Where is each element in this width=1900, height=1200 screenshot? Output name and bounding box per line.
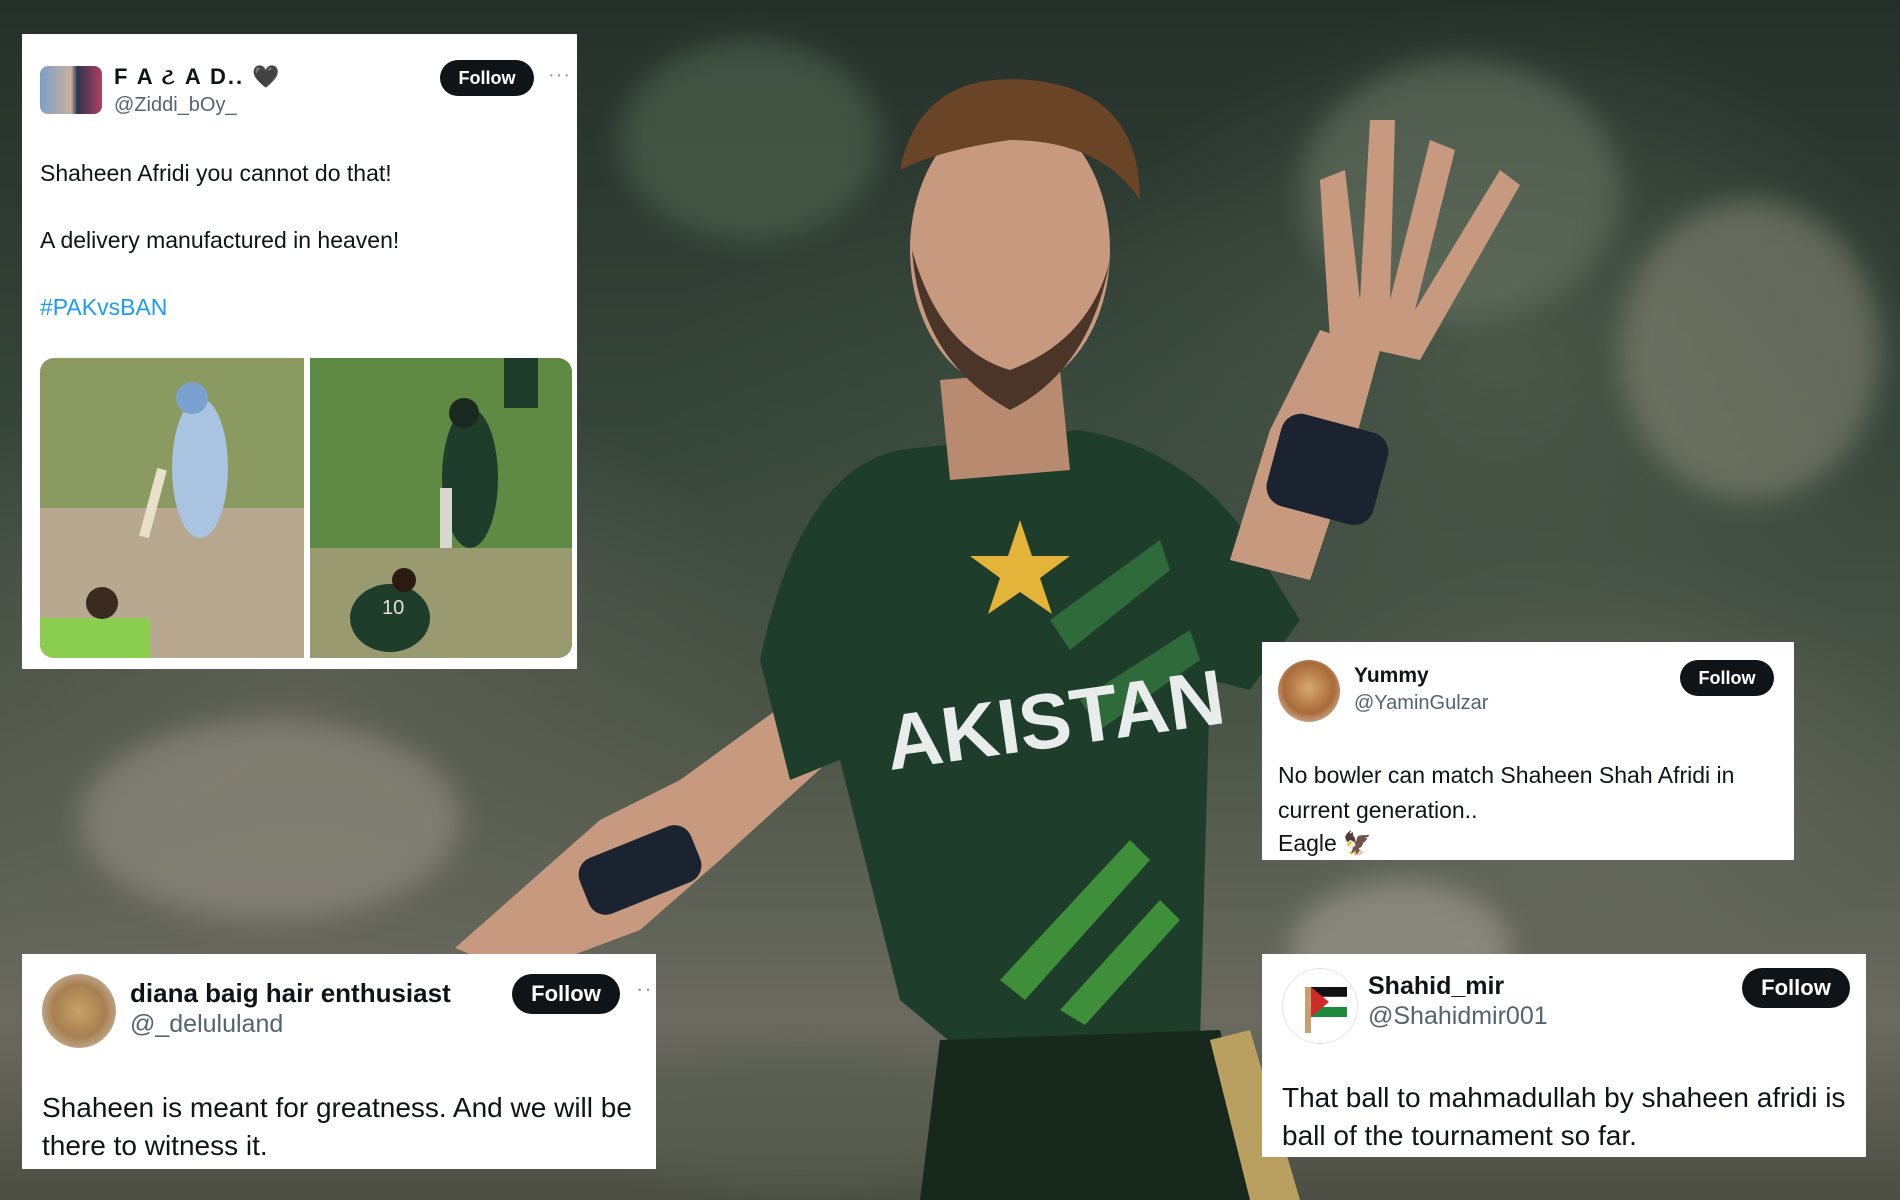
black-heart-icon: 🖤 bbox=[252, 64, 282, 89]
match-image-right: 10 bbox=[310, 358, 572, 658]
palestine-flag-icon bbox=[1305, 987, 1348, 1033]
tweet-text-line: A delivery manufactured in heaven! bbox=[40, 227, 400, 253]
tweet-card-yummy: Yummy @YaminGulzar Follow No bowler can … bbox=[1262, 642, 1794, 860]
tweet-text-line: Shaheen Afridi you cannot do that! bbox=[40, 160, 392, 186]
more-options-icon[interactable]: ·· bbox=[636, 976, 653, 1002]
tweet-text-line: That ball to mahmadullah by shaheen afri… bbox=[1282, 1082, 1846, 1113]
follow-button[interactable]: Follow bbox=[440, 60, 534, 96]
raised-hand bbox=[1320, 120, 1520, 360]
display-name[interactable]: Shahid_mir bbox=[1368, 972, 1504, 1001]
tweet-text-line: ball of the tournament so far. bbox=[1282, 1120, 1637, 1151]
display-name[interactable]: diana baig hair enthusiast bbox=[130, 978, 451, 1009]
trousers bbox=[920, 1030, 1260, 1200]
follow-button[interactable]: Follow bbox=[512, 974, 620, 1014]
tweet-text-line: there to witness it. bbox=[42, 1130, 268, 1161]
follow-button[interactable]: Follow bbox=[1680, 660, 1774, 696]
display-name[interactable]: F A ટ A D.. 🖤 bbox=[114, 64, 282, 90]
display-name[interactable]: Yummy bbox=[1354, 664, 1429, 688]
follow-button[interactable]: Follow bbox=[1742, 968, 1850, 1008]
tweet-text-line: current generation.. bbox=[1278, 797, 1478, 823]
user-handle[interactable]: @Ziddi_bOy_ bbox=[114, 94, 237, 117]
tweet-text-line: Shaheen is meant for greatness. And we w… bbox=[42, 1092, 632, 1123]
flag-avatar[interactable] bbox=[1282, 968, 1358, 1044]
user-handle[interactable]: @_delululand bbox=[130, 1010, 283, 1039]
tweet-card-shahid: Shahid_mir @Shahidmir001 Follow That bal… bbox=[1262, 954, 1866, 1157]
hashtag-link[interactable]: #PAKvsBAN bbox=[40, 294, 167, 321]
tweet-card-diana: diana baig hair enthusiast @_delululand … bbox=[22, 954, 656, 1169]
more-options-icon[interactable]: ··· bbox=[548, 64, 571, 87]
tweet-text-line: No bowler can match Shaheen Shah Afridi … bbox=[1278, 762, 1735, 788]
user-handle[interactable]: @Shahidmir001 bbox=[1368, 1002, 1548, 1031]
cat-avatar[interactable] bbox=[42, 974, 116, 1048]
tweet-text-line: Eagle 🦅 bbox=[1278, 830, 1372, 856]
shirt-number: 10 bbox=[382, 597, 404, 619]
avatar[interactable] bbox=[40, 66, 102, 114]
lion-avatar[interactable] bbox=[1278, 660, 1340, 722]
tweet-media[interactable]: 10 bbox=[40, 358, 572, 658]
user-handle[interactable]: @YaminGulzar bbox=[1354, 692, 1488, 715]
tweet-card-fazad: F A ટ A D.. 🖤 @Ziddi_bOy_ Follow ··· Sha… bbox=[22, 34, 577, 669]
